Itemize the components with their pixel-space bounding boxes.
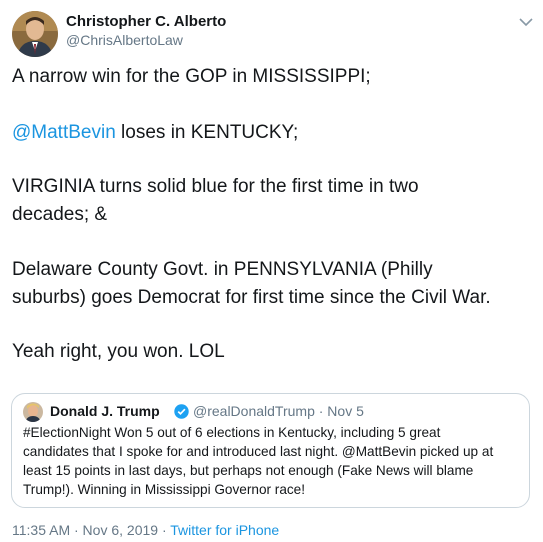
quoted-line: Trump!). Winning in Mississippi Governor…	[23, 482, 306, 497]
tweet-paragraph-2: @MattBevin loses in KENTUCKY;	[12, 120, 532, 146]
chevron-down-icon[interactable]	[517, 15, 535, 29]
author-name[interactable]: Christopher C. Alberto	[66, 13, 226, 30]
tweet-paragraph-3-line-1: VIRGINIA turns solid blue for the first …	[12, 176, 419, 197]
quoted-line: least 15 points in last days, but perhap…	[23, 463, 474, 478]
quoted-author-name: Donald J. Trump	[50, 403, 160, 419]
tweet-source-link[interactable]: Twitter for iPhone	[170, 522, 279, 538]
tweet-meta: 11:35 AM · Nov 6, 2019 · Twitter for iPh…	[12, 522, 279, 538]
quoted-author-avatar	[23, 402, 43, 422]
tweet-timestamp[interactable]: 11:35 AM · Nov 6, 2019 ·	[12, 522, 167, 538]
tweet-paragraph-3-line-2: decades; &	[12, 204, 108, 225]
author-avatar[interactable]	[12, 11, 58, 57]
author-handle[interactable]: @ChrisAlbertoLaw	[66, 32, 183, 48]
tweet-paragraph-4-line-1: Delaware County Govt. in PENNSYLVANIA (P…	[12, 259, 433, 280]
quoted-author-handle: @realDonaldTrump · Nov 5	[193, 403, 364, 419]
verified-badge-icon	[174, 404, 189, 419]
tweet-paragraph-2-text: loses in KENTUCKY;	[115, 122, 299, 143]
tweet-paragraph-1: A narrow win for the GOP in MISSISSIPPI;	[12, 66, 371, 87]
quoted-line: #ElectionNight Won 5 out of 6 elections …	[23, 425, 441, 440]
quoted-tweet-card[interactable]: Donald J. Trump @realDonaldTrump · Nov 5…	[11, 393, 530, 508]
tweet-paragraph-4-line-2: suburbs) goes Democrat for first time si…	[12, 287, 491, 308]
mention-link[interactable]: @MattBevin	[12, 122, 116, 143]
tweet-paragraph-5: Yeah right, you won. LOL	[12, 341, 225, 362]
quoted-line: candidates that I spoke for and introduc…	[23, 444, 494, 459]
quoted-tweet-text: #ElectionNight Won 5 out of 6 elections …	[23, 423, 519, 499]
